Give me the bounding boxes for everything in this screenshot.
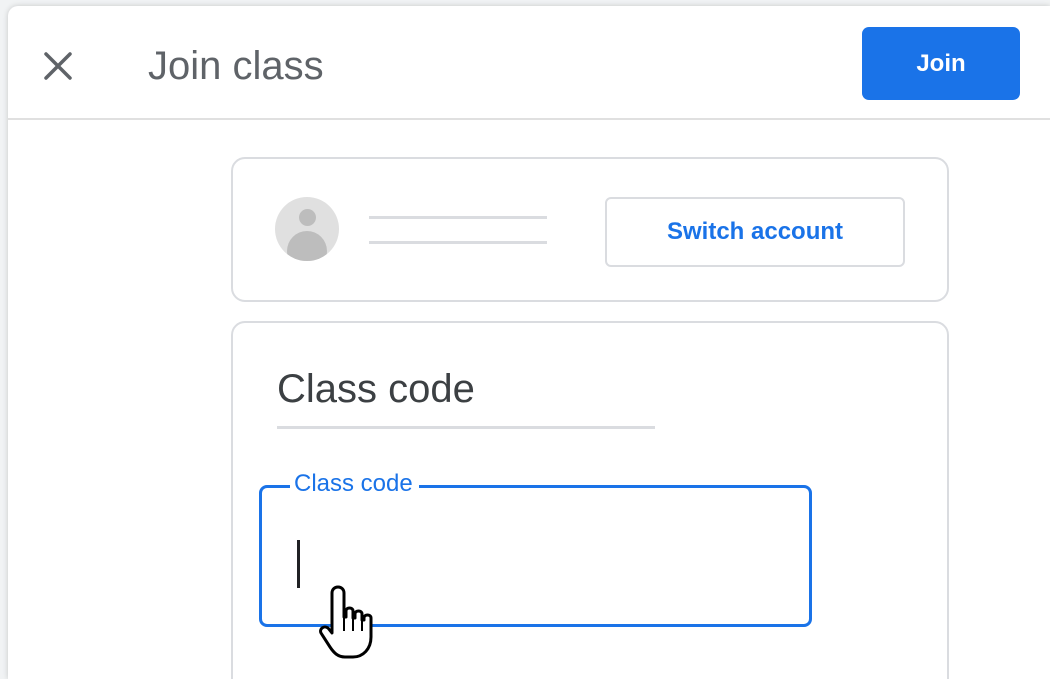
- account-avatar-icon: [275, 197, 339, 261]
- class-code-card: Class code Class code: [231, 321, 949, 679]
- close-icon: [44, 52, 72, 80]
- dialog-title: Join class: [148, 44, 324, 88]
- join-class-dialog: Join class Join Switch account Class cod…: [8, 6, 1050, 679]
- class-code-input-label: Class code: [290, 469, 419, 499]
- account-email-placeholder: [369, 241, 547, 244]
- class-code-heading: Class code: [277, 367, 475, 411]
- account-name-placeholder: [369, 216, 547, 219]
- account-card: Switch account: [231, 157, 949, 302]
- text-caret: [297, 540, 300, 588]
- join-button[interactable]: Join: [862, 27, 1020, 100]
- switch-account-button[interactable]: Switch account: [605, 197, 905, 267]
- dialog-header: Join class Join: [8, 6, 1050, 120]
- heading-divider: [277, 426, 655, 429]
- class-code-input[interactable]: Class code: [259, 469, 812, 627]
- close-button[interactable]: [40, 48, 76, 84]
